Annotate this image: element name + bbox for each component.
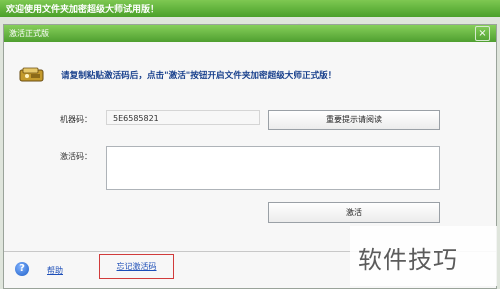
watermark-text: 软件技巧 — [358, 246, 458, 274]
help-link[interactable]: 帮助 — [47, 265, 63, 276]
help-icon[interactable]: ? — [15, 262, 29, 276]
dialog-titlebar: 激活正式版 × — [4, 25, 496, 42]
app-title: 欢迎使用文件夹加密超级大师试用版！ — [6, 5, 160, 15]
instruction-text: 请复制粘贴激活码后，点击"激活"按钮开启文件夹加密超级大师正式版！ — [61, 71, 337, 81]
activation-code-input[interactable] — [106, 146, 440, 190]
dialog-title: 激活正式版 — [9, 29, 49, 38]
app-titlebar: 欢迎使用文件夹加密超级大师试用版！ — [0, 0, 500, 17]
forgot-activation-code-link[interactable]: 忘记激活码 — [99, 254, 174, 279]
close-icon[interactable]: × — [475, 26, 490, 41]
corner-watermark: 软件技巧 — [350, 226, 497, 286]
important-notice-button[interactable]: 重要提示请阅读 — [268, 110, 440, 130]
key-icon — [19, 67, 44, 82]
activate-button[interactable]: 激活 — [268, 202, 440, 223]
activation-code-label: 激活码： — [60, 152, 92, 161]
machine-code-label: 机器码： — [60, 115, 92, 124]
machine-code-value: 5E6585821 — [106, 110, 260, 125]
